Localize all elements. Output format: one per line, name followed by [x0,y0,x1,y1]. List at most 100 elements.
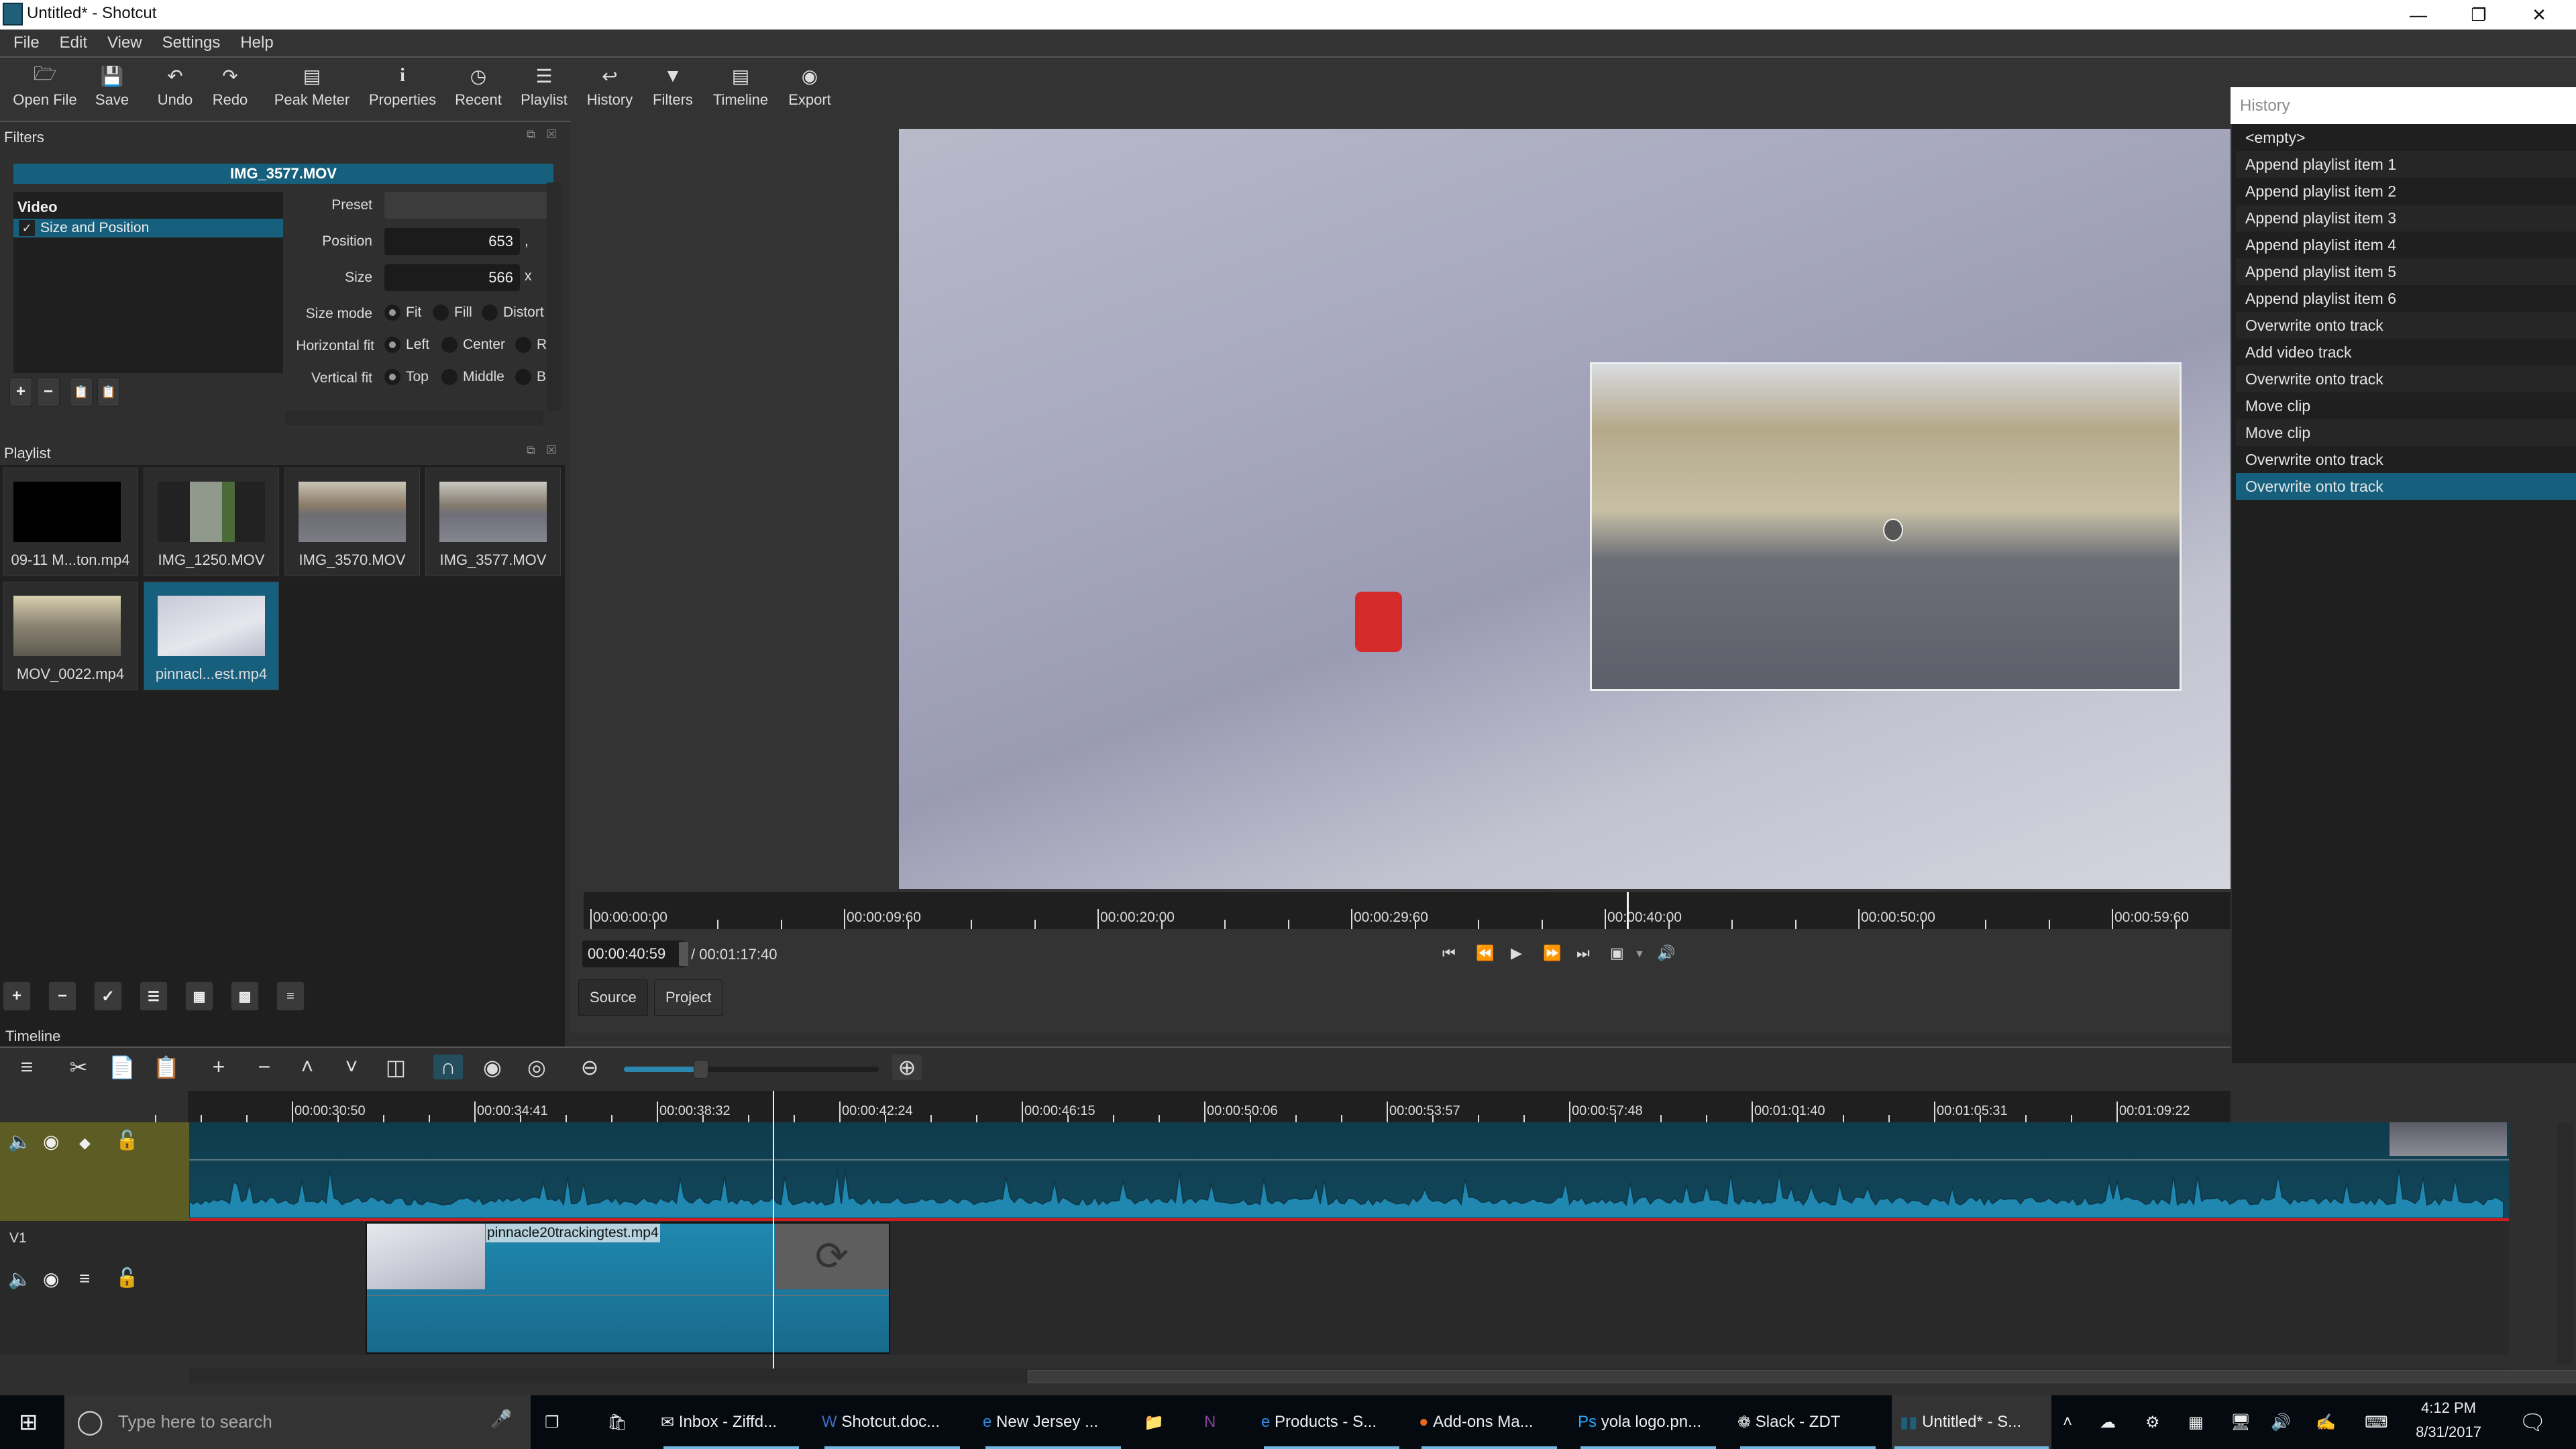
track-v2-clip[interactable] [189,1122,2509,1221]
playlist-add-button[interactable]: + [3,981,31,1011]
start-icon[interactable]: ⊞ [19,1395,38,1449]
clock-time[interactable]: 4:12 PM [2412,1399,2485,1417]
size-width-field[interactable]: 566 [384,264,520,291]
paste-filter-button[interactable]: 📋 [97,377,120,407]
fast-forward-icon[interactable]: ⏩ [1543,945,1561,962]
playlist-item[interactable]: 09-11 M...ton.mp4 [3,468,138,576]
zoom-dropdown-icon[interactable]: ▼ [1634,949,1645,961]
keyboard-tray-icon[interactable]: ▦ [2188,1395,2204,1449]
add-filter-button[interactable]: + [9,377,32,407]
close-icon[interactable]: ✕ [2509,0,2569,30]
history-item[interactable]: Move clip [2236,392,2576,419]
timeline-menu-icon[interactable]: ≡ [12,1055,42,1079]
size-position-overlay[interactable] [1590,362,2182,691]
vfit-middle-radio[interactable]: Middle [441,369,504,385]
menu-edit[interactable]: Edit [60,34,87,52]
skip-to-start-icon[interactable]: ⏮ [1442,945,1456,962]
append-icon[interactable]: + [204,1055,233,1079]
minimize-icon[interactable]: — [2388,0,2449,30]
taskbar-app[interactable]: N [1204,1395,1216,1449]
network-icon[interactable]: 🖥 [2231,1395,2251,1449]
float-panel-icon[interactable]: ⧉ [527,443,535,458]
menu-help[interactable]: Help [240,34,273,52]
cut-icon[interactable]: ✂ [64,1055,93,1080]
playlist-remove-button[interactable]: − [48,981,76,1011]
task-view-icon[interactable]: ❐ [545,1395,559,1449]
taskbar-app[interactable]: ● Add-ons Ma... [1419,1395,1560,1449]
ripple-icon[interactable]: ◎ [522,1055,551,1080]
playlist-item-selected[interactable]: pinnacl...est.mp4 [144,582,279,690]
playlist-item[interactable]: IMG_3570.MOV [284,468,420,576]
speaker-icon[interactable]: 🔊 [2271,1395,2291,1449]
history-item[interactable]: Append playlist item 6 [2236,285,2576,312]
pen-icon[interactable]: ✍ [2316,1395,2336,1449]
copy-filter-button[interactable]: 📋 [70,377,93,407]
taskbar-app-active[interactable]: ▮▮ Untitled* - S... [1892,1395,2051,1449]
timeline-playhead[interactable] [773,1091,774,1379]
recent-button[interactable]: ◷ Recent [441,63,515,109]
player-ruler[interactable]: 00:00:00:00 00:00:09:60 00:00:20:00 00:00:2… [584,892,2304,929]
remove-icon[interactable]: − [250,1055,279,1079]
playlist-tiles-view-button[interactable]: ▦ [185,981,213,1011]
rewind-icon[interactable]: ⏪ [1476,945,1494,962]
track-header-v1[interactable]: V1 🔈 ◉ ≡ 🔓 [0,1221,189,1355]
checkbox-icon[interactable]: ✓ [19,220,35,236]
export-button[interactable]: ◉ Export [773,63,847,109]
taskbar-app[interactable]: ❁ Slack - ZDT [1737,1395,1878,1449]
hfit-right-radio[interactable]: R [515,337,547,353]
open-file-button[interactable]: 🗁 Open File [8,63,82,109]
mute-icon[interactable]: 🔈 [8,1130,32,1152]
size-mode-fill-radio[interactable]: Fill [433,305,472,321]
show-hidden-icons[interactable]: ˄ [2063,1395,2072,1449]
peak-meter-button[interactable]: ▤ Peak Meter [274,63,350,109]
vfit-top-radio[interactable]: Top [384,369,429,385]
scrollbar-thumb[interactable] [1028,1370,2576,1383]
volume-icon[interactable]: 🔊 [1657,945,1675,962]
overwrite-icon[interactable]: ˅ [337,1055,366,1079]
taskbar-app[interactable]: e Products - S... [1261,1395,1402,1449]
composite-icon[interactable]: ◆ [79,1134,91,1152]
current-timecode-field[interactable]: 00:00:40:59 [582,941,684,967]
composite-icon[interactable]: ≡ [79,1268,90,1289]
lock-icon[interactable]: 🔓 [115,1129,139,1151]
skip-to-end-icon[interactable]: ⏭ [1576,945,1590,962]
timeline-ruler[interactable]: 00:00:30:50 00:00:34:41 00:00:38:32 00:00:4… [155,1091,2231,1124]
track-header-v2[interactable]: 🔈 ◉ ◆ 🔓 [0,1122,189,1221]
close-panel-icon[interactable]: ☒ [546,443,557,458]
filters-button[interactable]: ▼ Filters [636,63,710,109]
vfit-bottom-radio[interactable]: B [515,369,546,385]
timeline-horizontal-scrollbar[interactable] [189,1368,2576,1383]
paste-icon[interactable]: 📋 [152,1055,181,1080]
close-panel-icon[interactable]: ☒ [546,127,557,142]
remove-filter-button[interactable]: − [37,377,60,407]
mute-icon[interactable]: 🔈 [8,1268,32,1290]
history-item-selected[interactable]: Overwrite onto track [2236,473,2576,500]
zoom-in-icon[interactable]: ⊕ [892,1055,922,1080]
taskbar-app[interactable]: Ps yola logo.pn... [1578,1395,1719,1449]
menu-file[interactable]: File [13,34,40,52]
size-mode-fit-radio[interactable]: Fit [384,305,421,321]
hide-eye-icon[interactable]: ◉ [43,1268,59,1290]
scrub-icon[interactable]: ◉ [478,1055,507,1080]
onedrive-icon[interactable]: ☁ [2100,1395,2116,1449]
playlist-icons-view-button[interactable]: ▩ [231,981,259,1011]
history-item[interactable]: Append playlist item 3 [2236,205,2576,231]
history-item[interactable]: Append playlist item 1 [2236,151,2576,178]
menu-settings[interactable]: Settings [162,34,221,52]
timeline-clip[interactable]: pinnacle20trackingtest.mp4 ⟳ [366,1222,890,1354]
timeline-button[interactable]: ▤ Timeline [704,63,777,109]
history-item[interactable]: Overwrite onto track [2236,312,2576,339]
position-x-field[interactable]: 653 [384,228,520,255]
redo-button[interactable]: ↷ Redo [193,63,267,109]
menu-view[interactable]: View [107,34,142,52]
tab-source[interactable]: Source [578,979,648,1016]
timecode-spinner[interactable] [679,942,688,966]
history-item[interactable]: Overwrite onto track [2236,366,2576,392]
history-item[interactable]: <empty> [2236,124,2576,151]
timeline-vertical-scrollbar[interactable] [2557,1123,2573,1364]
lift-icon[interactable]: ˄ [292,1055,322,1079]
clock-date[interactable]: 8/31/2017 [2412,1424,2485,1441]
properties-button[interactable]: i Properties [366,63,439,109]
restore-icon[interactable]: ❐ [2449,0,2509,30]
action-center-icon[interactable]: 🗨 [2519,1395,2546,1449]
